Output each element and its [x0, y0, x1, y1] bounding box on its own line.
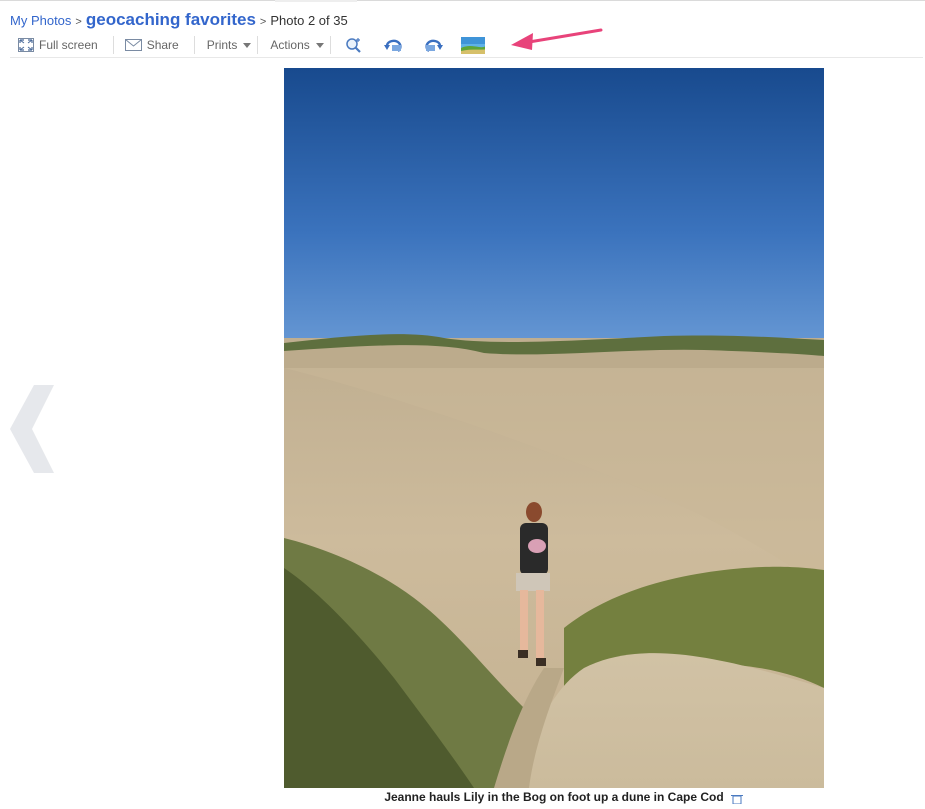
photo-caption[interactable]: Jeanne hauls Lily in the Bog on foot up …	[284, 790, 824, 804]
toolbar-divider	[193, 36, 195, 54]
rotate-left-button[interactable]	[383, 35, 405, 55]
chevron-down-icon	[315, 43, 324, 48]
toolbar-bottom-border	[10, 57, 923, 58]
prints-label: Prints	[206, 38, 238, 52]
fullscreen-button[interactable]: Full screen	[18, 35, 98, 55]
toolbar-divider	[257, 36, 259, 54]
rotate-right-button[interactable]	[422, 35, 444, 55]
fullscreen-icon	[18, 38, 34, 52]
zoom-in-button[interactable]	[345, 35, 363, 55]
rotate-right-icon	[422, 37, 444, 53]
toolbar-divider	[329, 36, 331, 54]
trash-icon[interactable]	[731, 791, 743, 809]
photo-position-text: Photo 2 of 35	[270, 13, 348, 28]
share-button[interactable]: Share	[124, 35, 179, 55]
breadcrumb-my-photos-link[interactable]: My Photos	[10, 13, 71, 28]
set-as-cover-button[interactable]	[460, 35, 485, 55]
top-border	[0, 0, 925, 1]
toolbar-divider	[112, 36, 114, 54]
mail-icon	[124, 39, 142, 51]
set-as-cover-icon	[460, 36, 485, 54]
fullscreen-label: Full screen	[39, 38, 98, 52]
main-photo[interactable]	[284, 68, 824, 788]
album-title-link[interactable]: geocaching favorites	[86, 10, 256, 30]
actions-dropdown[interactable]: Actions	[270, 35, 324, 55]
top-tab-indicator	[275, 0, 357, 2]
breadcrumb: My Photos > geocaching favorites > Photo…	[10, 10, 348, 30]
prints-dropdown[interactable]: Prints	[207, 35, 252, 55]
actions-label: Actions	[270, 38, 310, 52]
breadcrumb-separator: >	[259, 16, 267, 28]
rotate-left-icon	[383, 37, 405, 53]
breadcrumb-separator: >	[75, 16, 82, 28]
share-label: Share	[146, 38, 179, 52]
previous-photo-chevron-icon[interactable]	[8, 384, 56, 479]
photo-toolbar: Full screen Share Prints Actions	[10, 34, 923, 56]
zoom-in-icon	[345, 36, 363, 54]
chevron-down-icon	[243, 43, 252, 48]
annotation-arrow-icon	[507, 24, 605, 61]
